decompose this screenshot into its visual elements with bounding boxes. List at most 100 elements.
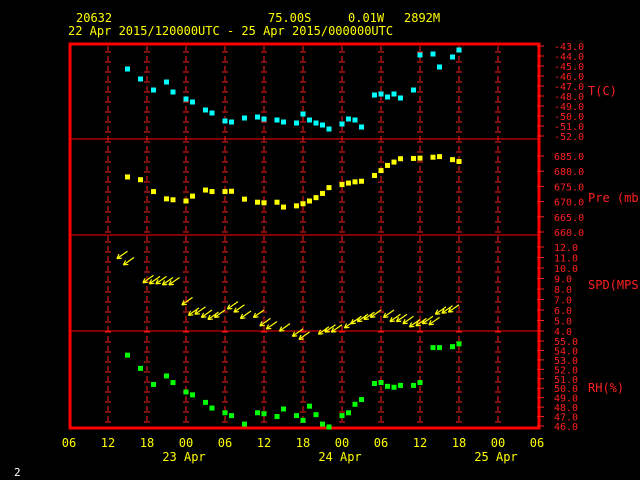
wind-arrow	[298, 331, 310, 341]
station-id: 20632	[76, 11, 112, 25]
humidity-point	[274, 414, 280, 420]
temperature-point	[229, 119, 234, 125]
wind-arrow	[181, 296, 193, 306]
humidity-point	[222, 410, 228, 416]
pressure-point	[183, 198, 189, 204]
temperature-point	[125, 66, 130, 72]
pressure-point	[385, 162, 390, 168]
temperature-point	[222, 118, 228, 124]
x-tick-label: 18	[296, 436, 310, 450]
humidity-point	[398, 382, 403, 388]
x-tick-label: 18	[452, 436, 466, 450]
pressure-tick-label: 670.0	[554, 198, 584, 209]
pressure-point	[242, 196, 247, 202]
temperature-point	[450, 54, 455, 60]
pressure-point	[391, 159, 397, 165]
temperature-point	[307, 117, 312, 123]
humidity-point	[320, 421, 325, 427]
humidity-point	[437, 345, 442, 351]
x-tick-label: 06	[374, 436, 388, 450]
temperature-point	[190, 99, 195, 105]
pressure-point	[151, 189, 156, 195]
temperature-point	[209, 110, 215, 116]
temperature-tick-label: -52.0	[554, 132, 584, 143]
temperature-point	[339, 121, 345, 127]
temperature-point	[183, 96, 189, 102]
humidity-point	[339, 413, 345, 419]
wind-arrow	[239, 310, 252, 320]
wind-arrow	[382, 309, 395, 319]
humidity-point	[151, 381, 156, 387]
temperature-point	[261, 116, 267, 122]
temperature-point	[300, 111, 306, 117]
pressure-point	[261, 200, 267, 206]
humidity-point	[411, 382, 416, 388]
humidity-tick-label: 46.0	[554, 422, 578, 433]
temperature-point	[398, 95, 403, 101]
station-longitude: 0.01W	[348, 11, 385, 25]
x-tick-label: 06	[218, 436, 232, 450]
temperature-point	[372, 92, 377, 98]
humidity-point	[261, 411, 267, 417]
temperature-point	[294, 120, 299, 126]
pressure-point	[164, 196, 169, 202]
humidity-point	[183, 389, 189, 395]
pressure-tick-label: 665.0	[554, 213, 584, 224]
temperature-point	[391, 91, 397, 97]
humidity-point	[294, 413, 299, 419]
humidity-point	[209, 405, 215, 411]
temperature-point	[385, 94, 390, 100]
humidity-point	[190, 392, 195, 398]
wind-tick-label: 6.0	[554, 306, 572, 317]
temperature-point	[320, 122, 325, 128]
temperature-point	[151, 87, 156, 93]
wind-arrow	[369, 309, 382, 319]
pressure-point	[170, 197, 176, 203]
humidity-point	[138, 365, 143, 371]
pressure-point	[430, 154, 436, 160]
x-day-label: 25 Apr	[474, 450, 517, 464]
pressure-point	[398, 156, 403, 162]
humidity-point	[326, 424, 332, 430]
x-tick-label: 00	[179, 436, 193, 450]
wind-arrow	[200, 309, 213, 319]
pressure-point	[138, 177, 143, 183]
pressure-point	[378, 168, 384, 174]
wind-arrow	[252, 309, 265, 319]
pressure-point	[209, 189, 215, 195]
pressure-tick-label: 680.0	[554, 167, 584, 178]
pressure-tick-label: 685.0	[554, 152, 584, 163]
temperature-point	[346, 116, 351, 122]
temperature-point	[430, 51, 436, 57]
pressure-tick-label: 660.0	[554, 228, 584, 239]
page-number: 2	[14, 466, 21, 479]
humidity-point	[385, 383, 390, 389]
pressure-point	[320, 190, 325, 196]
temperature-point	[378, 91, 384, 97]
pressure-tick-label: 675.0	[554, 182, 584, 193]
x-tick-label: 06	[530, 436, 544, 450]
x-tick-label: 12	[413, 436, 427, 450]
pressure-point	[203, 187, 208, 193]
wind-label: SPD(MPS)	[588, 278, 640, 292]
pressure-point	[437, 154, 442, 160]
temperature-point	[274, 117, 280, 123]
humidity-point	[170, 380, 176, 386]
temperature-point	[411, 87, 416, 93]
x-tick-label: 00	[335, 436, 349, 450]
pressure-point	[313, 195, 319, 201]
pressure-point	[281, 204, 286, 210]
humidity-point	[417, 380, 423, 386]
wind-tick-label: 11.0	[554, 254, 578, 265]
humidity-point	[203, 399, 208, 405]
humidity-point	[255, 410, 260, 416]
humidity-point	[456, 341, 462, 347]
humidity-point	[346, 410, 351, 416]
humidity-point	[281, 406, 286, 412]
pressure-point	[222, 189, 228, 195]
x-day-label: 23 Apr	[162, 450, 205, 464]
humidity-point	[450, 344, 455, 350]
wind-arrow	[265, 321, 278, 330]
temperature-point	[359, 124, 364, 130]
plot-area: 06 12 18 00 06 12 18 00 06 12 18 00 06 23 Apr 24 Apr 25…	[62, 42, 640, 464]
